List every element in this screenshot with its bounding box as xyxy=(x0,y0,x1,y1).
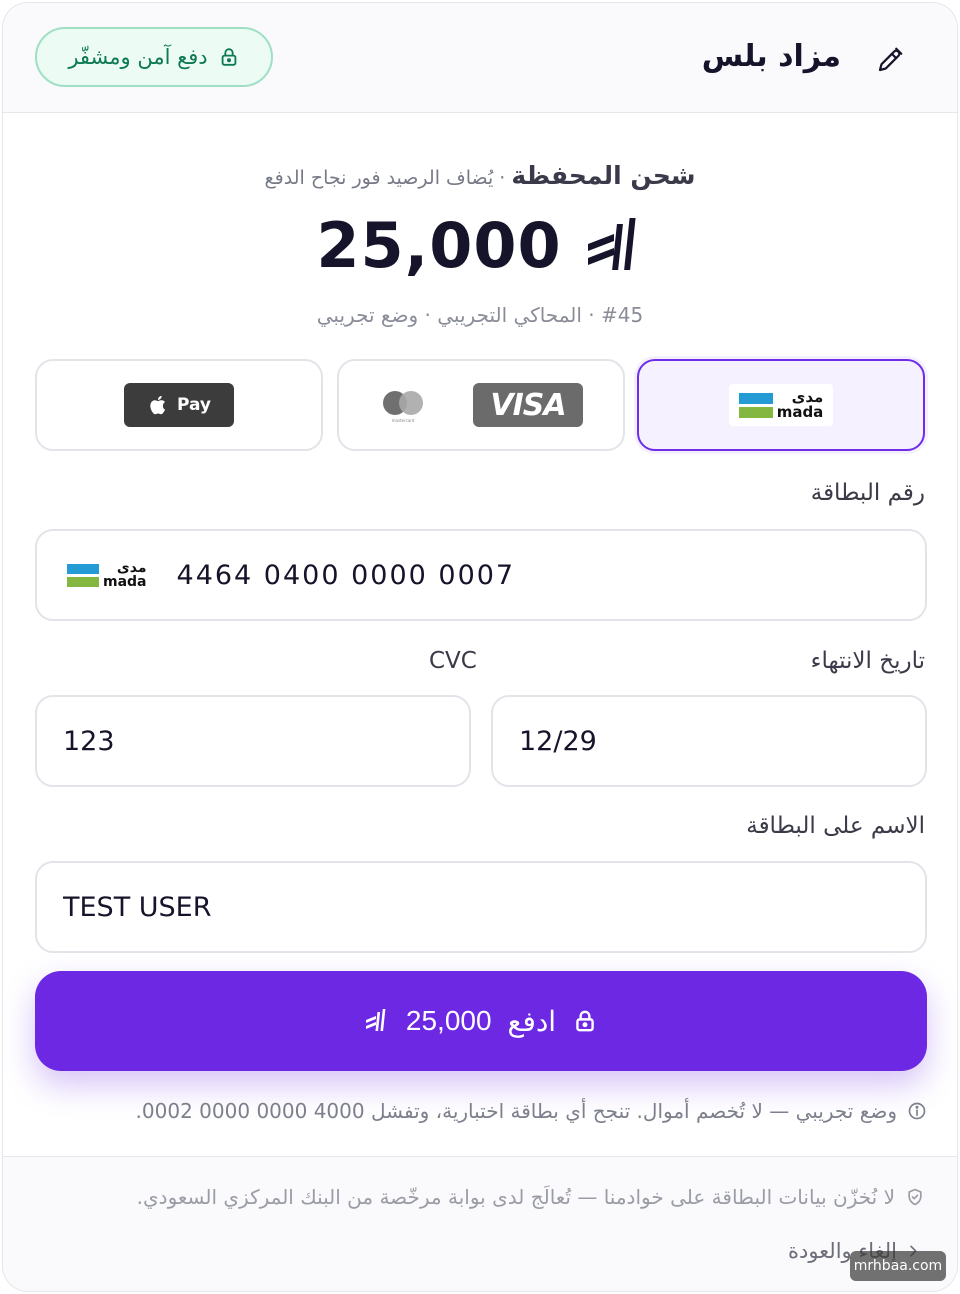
cardholder-name-field[interactable] xyxy=(35,861,927,953)
mada-english: mada xyxy=(776,403,824,421)
cardholder-name-label: الاسم على البطاقة xyxy=(746,813,925,839)
payment-methods: Pay mastercard VISA مدى mada xyxy=(35,359,927,453)
amount-value: 25,000 xyxy=(316,209,562,282)
cvc-label: CVC xyxy=(429,648,477,674)
lock-icon xyxy=(221,48,237,66)
pay-button-label: ادفع xyxy=(507,1005,557,1037)
pay-button[interactable]: 25,000 ادفع xyxy=(35,971,927,1071)
card-number-label: رقم البطاقة xyxy=(810,480,925,506)
mada-english-small: mada xyxy=(103,574,147,590)
expiry-field[interactable] xyxy=(491,695,927,787)
pay-button-amount: 25,000 xyxy=(405,1005,492,1036)
secure-payment-badge: دفع آمن ومشفّر xyxy=(35,27,273,87)
riyal-icon xyxy=(587,217,636,270)
mada-wordmark: مدى mada xyxy=(777,390,824,420)
mastercard-logo: mastercard xyxy=(379,385,427,425)
mada-wordmark-small: مدى mada xyxy=(103,561,147,589)
mastercard-label: mastercard xyxy=(391,418,415,423)
info-icon xyxy=(908,1102,926,1120)
edit-icon[interactable] xyxy=(875,45,905,75)
expiry-label: تاريخ الانتهاء xyxy=(810,648,925,674)
payment-card: مزاد بلس دفع آمن ومشفّر شحن المحفظة · يُ… xyxy=(2,2,958,1292)
card-brand-mada-logo: مدى mada xyxy=(67,561,147,589)
amount-row: 25,000 xyxy=(3,209,957,282)
footer: لا نُخزّن بيانات البطاقة على خوادمنا — ت… xyxy=(3,1156,957,1291)
mada-arabic-small: مدى xyxy=(116,560,147,576)
card-number-input[interactable] xyxy=(176,559,925,591)
method-visa-mastercard[interactable]: mastercard VISA xyxy=(337,359,625,451)
brand-title: مزاد بلس xyxy=(701,39,841,74)
expiry-input[interactable] xyxy=(519,725,925,757)
security-note: لا نُخزّن بيانات البطاقة على خوادمنا — ت… xyxy=(43,1185,925,1209)
test-mode-note: وضع تجريبي — لا تُخصم أموال. تنجح أي بطا… xyxy=(75,1099,927,1123)
mada-bars-small xyxy=(67,563,99,587)
test-mode-text: وضع تجريبي — لا تُخصم أموال. تنجح أي بطا… xyxy=(135,1099,897,1123)
mada-bars xyxy=(738,392,773,418)
riyal-icon xyxy=(365,1009,386,1031)
mastercard-circle-right xyxy=(399,391,423,415)
summary-title-line: شحن المحفظة · يُضاف الرصيد فور نجاح الدف… xyxy=(3,161,957,190)
card-number-field[interactable]: مدى mada xyxy=(35,529,927,621)
cvc-field[interactable] xyxy=(35,695,471,787)
cardholder-name-input[interactable] xyxy=(63,891,925,923)
secure-badge-label: دفع آمن ومشفّر xyxy=(68,45,208,69)
shield-check-icon xyxy=(908,1188,922,1206)
visa-logo: VISA xyxy=(473,383,583,427)
method-apple-pay[interactable]: Pay xyxy=(35,359,323,451)
mada-logo: مدى mada xyxy=(728,384,834,426)
summary-meta: #45 · المحاكي التجريبي · وضع تجريبي xyxy=(316,303,644,327)
header: مزاد بلس دفع آمن ومشفّر xyxy=(3,3,957,113)
security-note-text: لا نُخزّن بيانات البطاقة على خوادمنا — ت… xyxy=(136,1185,895,1209)
watermark: mrhbaa.com xyxy=(850,1251,946,1281)
method-mada[interactable]: مدى mada xyxy=(637,359,925,451)
cvc-input[interactable] xyxy=(63,725,469,757)
apple-icon xyxy=(150,395,165,415)
summary-subtitle: · يُضاف الرصيد فور نجاح الدفع xyxy=(264,167,512,189)
apple-pay-logo: Pay xyxy=(124,383,234,427)
lock-icon xyxy=(576,1010,594,1032)
summary-title: شحن المحفظة xyxy=(511,161,696,190)
apple-pay-label: Pay xyxy=(176,395,212,415)
